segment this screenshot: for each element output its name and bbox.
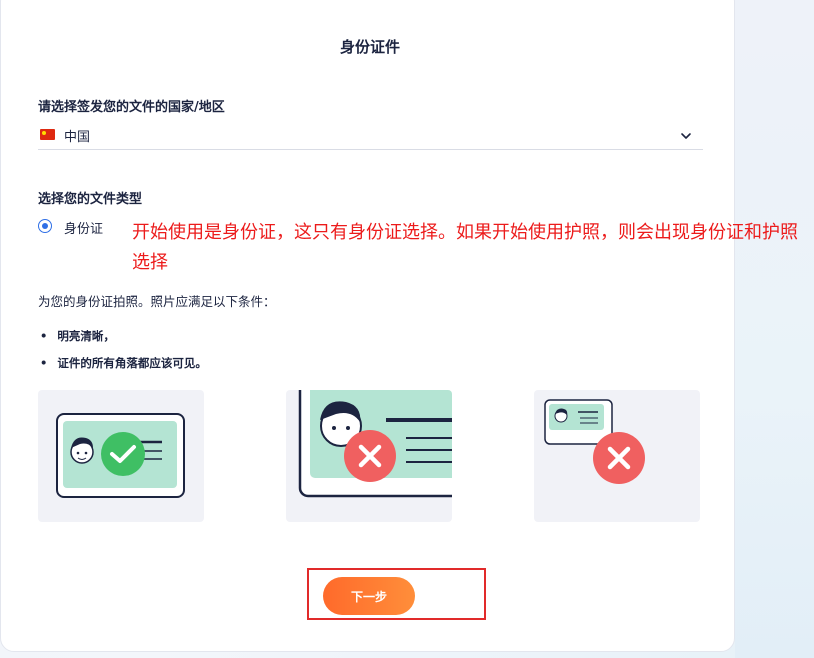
check-icon — [101, 432, 145, 476]
too-close-example-image — [286, 390, 452, 522]
list-item: • 证件的所有角落都应该可见。 — [40, 356, 207, 370]
id-card-radio[interactable] — [38, 219, 52, 233]
country-label: 请选择签发您的文件的国家/地区 — [38, 100, 225, 115]
selected-country: 中国 — [64, 130, 91, 145]
photo-instructions: 为您的身份证拍照。照片应满足以下条件： — [38, 294, 276, 309]
id-card-radio-label: 身份证 — [64, 222, 104, 237]
china-flag-icon — [40, 129, 55, 140]
next-step-button[interactable]: 下一步 — [323, 577, 415, 615]
page-title: 身份证件 — [339, 38, 400, 56]
red-annotation-note: 开始使用是身份证，这只有身份证选择。如果开始使用护照，则会出现身份证和护照选择 — [132, 222, 798, 273]
country-select[interactable]: 中国 — [38, 126, 703, 150]
document-type-label: 选择您的文件类型 — [38, 192, 143, 207]
chevron-down-icon[interactable] — [679, 129, 693, 143]
correct-example-image — [38, 390, 204, 522]
background-panel — [735, 0, 814, 658]
too-far-example-image — [534, 390, 700, 522]
list-item: • 明亮清晰， — [40, 329, 115, 343]
